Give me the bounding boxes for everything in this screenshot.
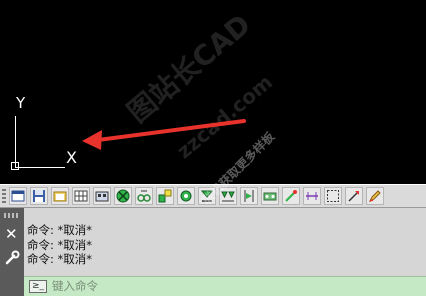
valve-icon — [180, 190, 192, 202]
link-button[interactable] — [135, 187, 153, 205]
device-button[interactable] — [261, 187, 279, 205]
circle-icon — [116, 189, 130, 203]
pipe-icon — [285, 190, 297, 202]
device-icon — [263, 192, 277, 201]
node-button[interactable] — [156, 187, 174, 205]
save-button[interactable] — [30, 187, 48, 205]
grid-icon — [74, 190, 88, 202]
selection-button[interactable] — [324, 187, 342, 205]
edit-button[interactable] — [366, 187, 384, 205]
selection-icon — [327, 190, 339, 202]
wrench-icon[interactable] — [4, 250, 20, 266]
dimension-button[interactable] — [303, 187, 321, 205]
red-arrow-icon — [82, 119, 246, 150]
dimension-icon — [306, 192, 318, 200]
valve-button[interactable] — [177, 187, 195, 205]
command-input-row: ≥_ — [24, 276, 426, 296]
split-icon — [244, 190, 254, 202]
command-panel: ✕ 命令: *取消* 命令: *取消* 命令: *取消* ≥_ — [0, 208, 426, 296]
command-panel-sidebar: ✕ — [0, 208, 24, 296]
drawing-canvas[interactable]: 图站长CAD zzcad.com Y X — [0, 0, 426, 184]
open-icon — [53, 191, 67, 202]
pipe-button[interactable] — [282, 187, 300, 205]
history-line: 命令: *取消* — [27, 223, 93, 237]
split-button[interactable] — [240, 187, 258, 205]
circle-button[interactable] — [114, 187, 132, 205]
link-icon — [137, 190, 151, 202]
layout-icon — [11, 190, 25, 202]
history-line: 命令: *取消* — [27, 252, 93, 266]
edit-icon — [368, 190, 381, 203]
node-icon — [158, 189, 172, 203]
block-button[interactable] — [93, 187, 111, 205]
close-icon[interactable]: ✕ — [5, 227, 18, 242]
pointer-button[interactable] — [345, 187, 363, 205]
layout-button[interactable] — [9, 187, 27, 205]
panel-grip[interactable] — [4, 213, 20, 218]
open-button[interactable] — [51, 187, 69, 205]
pointer-icon — [348, 191, 359, 202]
history-line: 命令: *取消* — [27, 237, 93, 252]
command-history: 命令: *取消* 命令: *取消* 命令: *取消* — [27, 223, 92, 267]
command-input[interactable] — [52, 278, 422, 294]
toolbar-grip[interactable] — [2, 189, 6, 204]
save-icon — [33, 190, 45, 202]
block-icon — [95, 191, 109, 202]
grid-button[interactable] — [72, 187, 90, 205]
command-prompt-icon[interactable]: ≥_ — [29, 280, 47, 293]
